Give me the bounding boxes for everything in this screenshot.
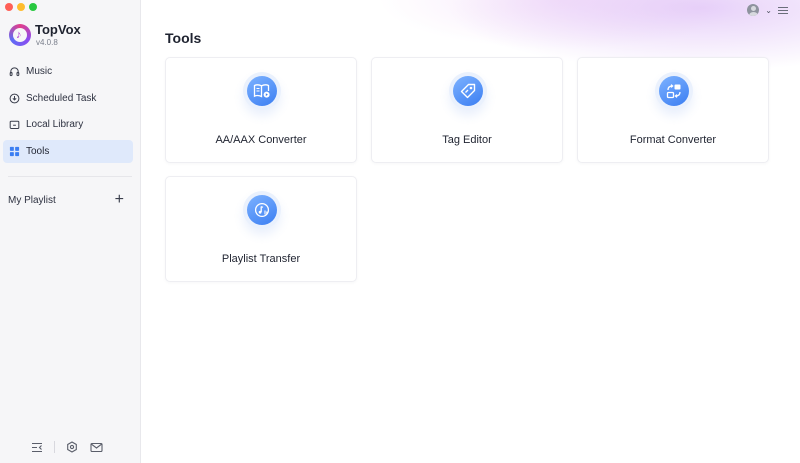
top-bar: ⌄	[747, 4, 788, 16]
tool-card-format-converter[interactable]: Format Converter	[577, 57, 769, 163]
tool-card-tag-editor[interactable]: Tag Editor	[371, 57, 563, 163]
user-avatar-icon[interactable]	[747, 4, 760, 16]
my-playlist-label: My Playlist	[8, 194, 56, 206]
add-playlist-button[interactable]: +	[115, 192, 124, 208]
minimize-window-button[interactable]	[17, 3, 25, 11]
app-logo-icon: ♪	[9, 24, 31, 46]
window-controls	[5, 3, 37, 11]
sidebar-item-label: Local Library	[26, 119, 84, 130]
sidebar-divider	[8, 176, 132, 177]
tag-icon	[453, 76, 483, 106]
grid-icon	[8, 145, 20, 157]
sidebar-item-scheduled-task[interactable]: Scheduled Task	[3, 87, 133, 110]
sidebar: ♪ TopVox v4.0.8 Music Scheduled Task Loc…	[0, 0, 141, 463]
collapse-sidebar-icon[interactable]	[30, 440, 44, 454]
sidebar-nav: Music Scheduled Task Local Library Tools	[3, 60, 133, 166]
download-clock-icon	[8, 92, 20, 104]
audiobook-icon	[247, 76, 277, 106]
convert-icon	[659, 76, 689, 106]
app-name: TopVox	[35, 22, 81, 37]
settings-icon[interactable]	[65, 440, 79, 454]
app-version: v4.0.8	[36, 38, 58, 47]
folder-icon	[8, 119, 20, 131]
playlist-transfer-icon	[247, 195, 277, 225]
brand: ♪ TopVox v4.0.8	[9, 22, 81, 49]
hamburger-menu-icon[interactable]	[778, 5, 788, 16]
sidebar-item-label: Scheduled Task	[26, 92, 97, 104]
tool-card-label: Format Converter	[629, 134, 717, 146]
footer-divider	[54, 441, 55, 453]
tool-card-label: Playlist Transfer	[221, 253, 301, 265]
app-window: ♪ TopVox v4.0.8 Music Scheduled Task Loc…	[0, 0, 800, 463]
headphones-icon	[8, 66, 20, 78]
tool-card-aa-aax-converter[interactable]: AA/AAX Converter	[165, 57, 357, 163]
page-title: Tools	[165, 30, 202, 46]
account-dropdown-chevron-icon[interactable]: ⌄	[765, 6, 772, 15]
my-playlist-row[interactable]: My Playlist +	[8, 192, 124, 208]
sidebar-item-label: Music	[26, 66, 53, 77]
sidebar-item-local-library[interactable]: Local Library	[3, 113, 133, 136]
tool-card-label: AA/AAX Converter	[215, 134, 307, 146]
sidebar-item-tools[interactable]: Tools	[3, 139, 133, 163]
mail-icon[interactable]	[89, 440, 103, 454]
sidebar-footer	[30, 440, 103, 454]
zoom-window-button[interactable]	[29, 3, 37, 11]
tool-card-label: Tag Editor	[442, 134, 492, 146]
sidebar-item-label: Tools	[26, 145, 50, 157]
tool-card-playlist-transfer[interactable]: Playlist Transfer	[165, 176, 357, 282]
close-window-button[interactable]	[5, 3, 13, 11]
sidebar-item-music[interactable]: Music	[3, 60, 133, 83]
